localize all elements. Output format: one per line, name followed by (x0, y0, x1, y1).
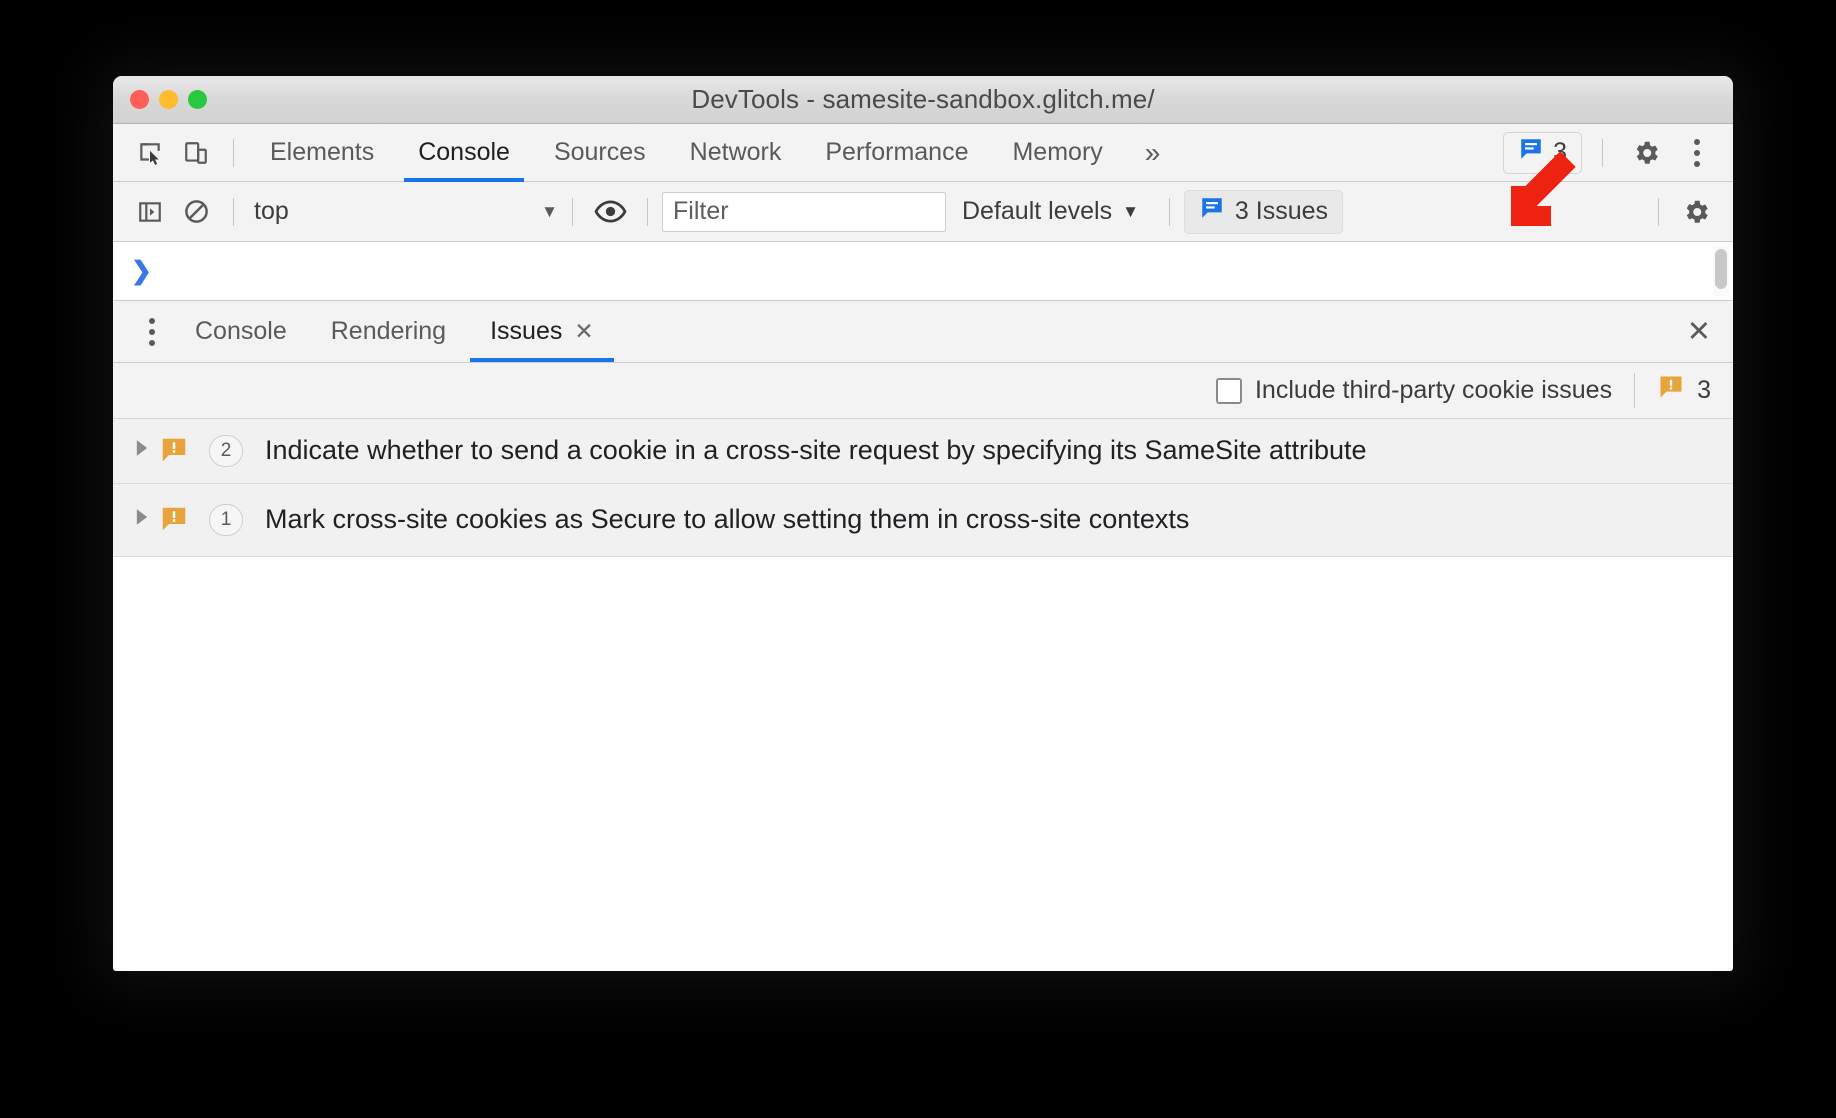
console-toolbar: top ▼ Default levels ▼ (113, 182, 1733, 242)
tab-label: Console (418, 138, 510, 166)
console-toolbar-divider-2 (572, 197, 573, 226)
tab-sources[interactable]: Sources (532, 124, 668, 182)
checkbox-box[interactable] (1215, 377, 1242, 404)
tabbar-right-group: 3 (1503, 130, 1733, 176)
tab-label: Sources (553, 138, 646, 166)
expand-triangle-icon[interactable] (127, 502, 157, 526)
console-scrollbar[interactable] (1713, 246, 1729, 296)
console-prompt-icon: ❯ (131, 256, 152, 285)
console-toolbar-divider-3 (647, 197, 648, 226)
issues-button-label: 3 Issues (1234, 197, 1329, 225)
table-row[interactable]: 2 Indicate whether to send a cookie in a… (113, 419, 1733, 484)
tabbar-right-divider (1602, 138, 1603, 167)
inspect-element-icon[interactable] (127, 130, 173, 176)
close-drawer-button[interactable]: ✕ (1687, 301, 1733, 362)
drawer-tab-label: Rendering (330, 317, 447, 345)
clear-console-icon[interactable] (173, 189, 219, 235)
close-window-button[interactable] (130, 90, 149, 109)
minimize-window-button[interactable] (159, 90, 178, 109)
execution-context-select[interactable]: top ▼ (248, 192, 558, 232)
execution-context-value: top (254, 197, 289, 225)
issue-title: Mark cross-site cookies as Secure to all… (265, 503, 1190, 534)
issue-count-badge: 2 (209, 435, 243, 467)
window-title: DevTools - samesite-sandbox.glitch.me/ (691, 84, 1155, 114)
console-toolbar-divider-5 (1658, 197, 1659, 226)
include-third-party-cookie-issues-checkbox[interactable]: Include third-party cookie issues (1215, 376, 1613, 405)
issue-count-badge: 1 (209, 503, 243, 536)
drawer-tab-rendering[interactable]: Rendering (309, 301, 468, 362)
console-toolbar-right (1644, 189, 1719, 235)
tab-performance[interactable]: Performance (803, 124, 990, 182)
issues-counter-chip[interactable]: 3 (1503, 131, 1582, 174)
issues-chip-count: 3 (1553, 138, 1567, 166)
tabbar-divider (233, 138, 234, 167)
drawer-tab-issues[interactable]: Issues ✕ (468, 301, 616, 362)
checkbox-label: Include third-party cookie issues (1254, 376, 1613, 404)
tab-label: Memory (1012, 138, 1103, 166)
issues-empty-area (113, 556, 1733, 837)
drawer-tab-label: Console (195, 317, 287, 345)
more-tabs-chevron-icon[interactable]: » (1125, 138, 1181, 167)
screenshot-root: DevTools - samesite-sandbox.glitch.me/ E… (0, 0, 1836, 1118)
issues-list: 2 Indicate whether to send a cookie in a… (113, 419, 1733, 837)
gear-icon[interactable] (1623, 130, 1669, 176)
close-icon: ✕ (1686, 316, 1711, 348)
table-row[interactable]: 1 Mark cross-site cookies as Secure to a… (113, 483, 1733, 557)
issues-toolbar: Include third-party cookie issues 3 (113, 363, 1733, 419)
tab-label: Elements (270, 138, 375, 166)
console-toolbar-divider-1 (233, 197, 234, 226)
warning-issue-icon (157, 502, 191, 534)
kebab-menu-icon[interactable] (131, 301, 173, 362)
tab-network[interactable]: Network (668, 124, 804, 182)
devtools-window: DevTools - samesite-sandbox.glitch.me/ E… (113, 76, 1733, 971)
chevron-down-icon: ▼ (541, 201, 558, 221)
kebab-menu-icon[interactable] (1675, 131, 1719, 175)
console-toolbar-divider-4 (1168, 197, 1170, 226)
issues-message-icon (1199, 195, 1225, 228)
drawer-tab-console[interactable]: Console (173, 301, 309, 362)
issues-warning-count: 3 (1697, 376, 1711, 404)
panel-tabs: Elements Console Sources Network Perform… (248, 124, 1125, 182)
issue-title: Indicate whether to send a cookie in a c… (265, 435, 1367, 465)
warning-issue-icon (157, 433, 191, 465)
devtools-tabbar: Elements Console Sources Network Perform… (113, 124, 1733, 182)
window-traffic-lights (130, 76, 207, 123)
issues-message-icon (1518, 136, 1544, 169)
scrollbar-thumb[interactable] (1715, 249, 1727, 289)
filter-input[interactable] (662, 191, 946, 232)
zoom-window-button[interactable] (188, 90, 207, 109)
drawer-tabbar: Console Rendering Issues ✕ ✕ (113, 301, 1733, 363)
tab-console[interactable]: Console (396, 124, 532, 182)
tab-elements[interactable]: Elements (248, 124, 396, 182)
log-levels-select[interactable]: Default levels ▼ (946, 197, 1155, 226)
drawer-tab-label: Issues (490, 317, 563, 345)
live-expression-icon[interactable] (587, 189, 633, 235)
log-levels-value: Default levels (962, 197, 1113, 225)
window-titlebar: DevTools - samesite-sandbox.glitch.me/ (113, 76, 1733, 124)
device-toolbar-icon[interactable] (173, 130, 219, 176)
chevron-down-icon: ▼ (1122, 201, 1139, 221)
tab-label: Performance (825, 138, 969, 166)
console-sidebar-icon[interactable] (127, 189, 173, 235)
expand-triangle-icon[interactable] (127, 433, 157, 457)
console-message-area[interactable]: ❯ (113, 242, 1733, 301)
issues-count-group: 3 (1634, 373, 1711, 408)
issues-button[interactable]: 3 Issues (1183, 189, 1344, 234)
tab-label: Network (689, 138, 782, 166)
gear-icon[interactable] (1673, 189, 1719, 235)
tab-memory[interactable]: Memory (990, 124, 1124, 182)
close-icon[interactable]: ✕ (574, 320, 593, 343)
warning-issue-icon (1657, 373, 1685, 408)
